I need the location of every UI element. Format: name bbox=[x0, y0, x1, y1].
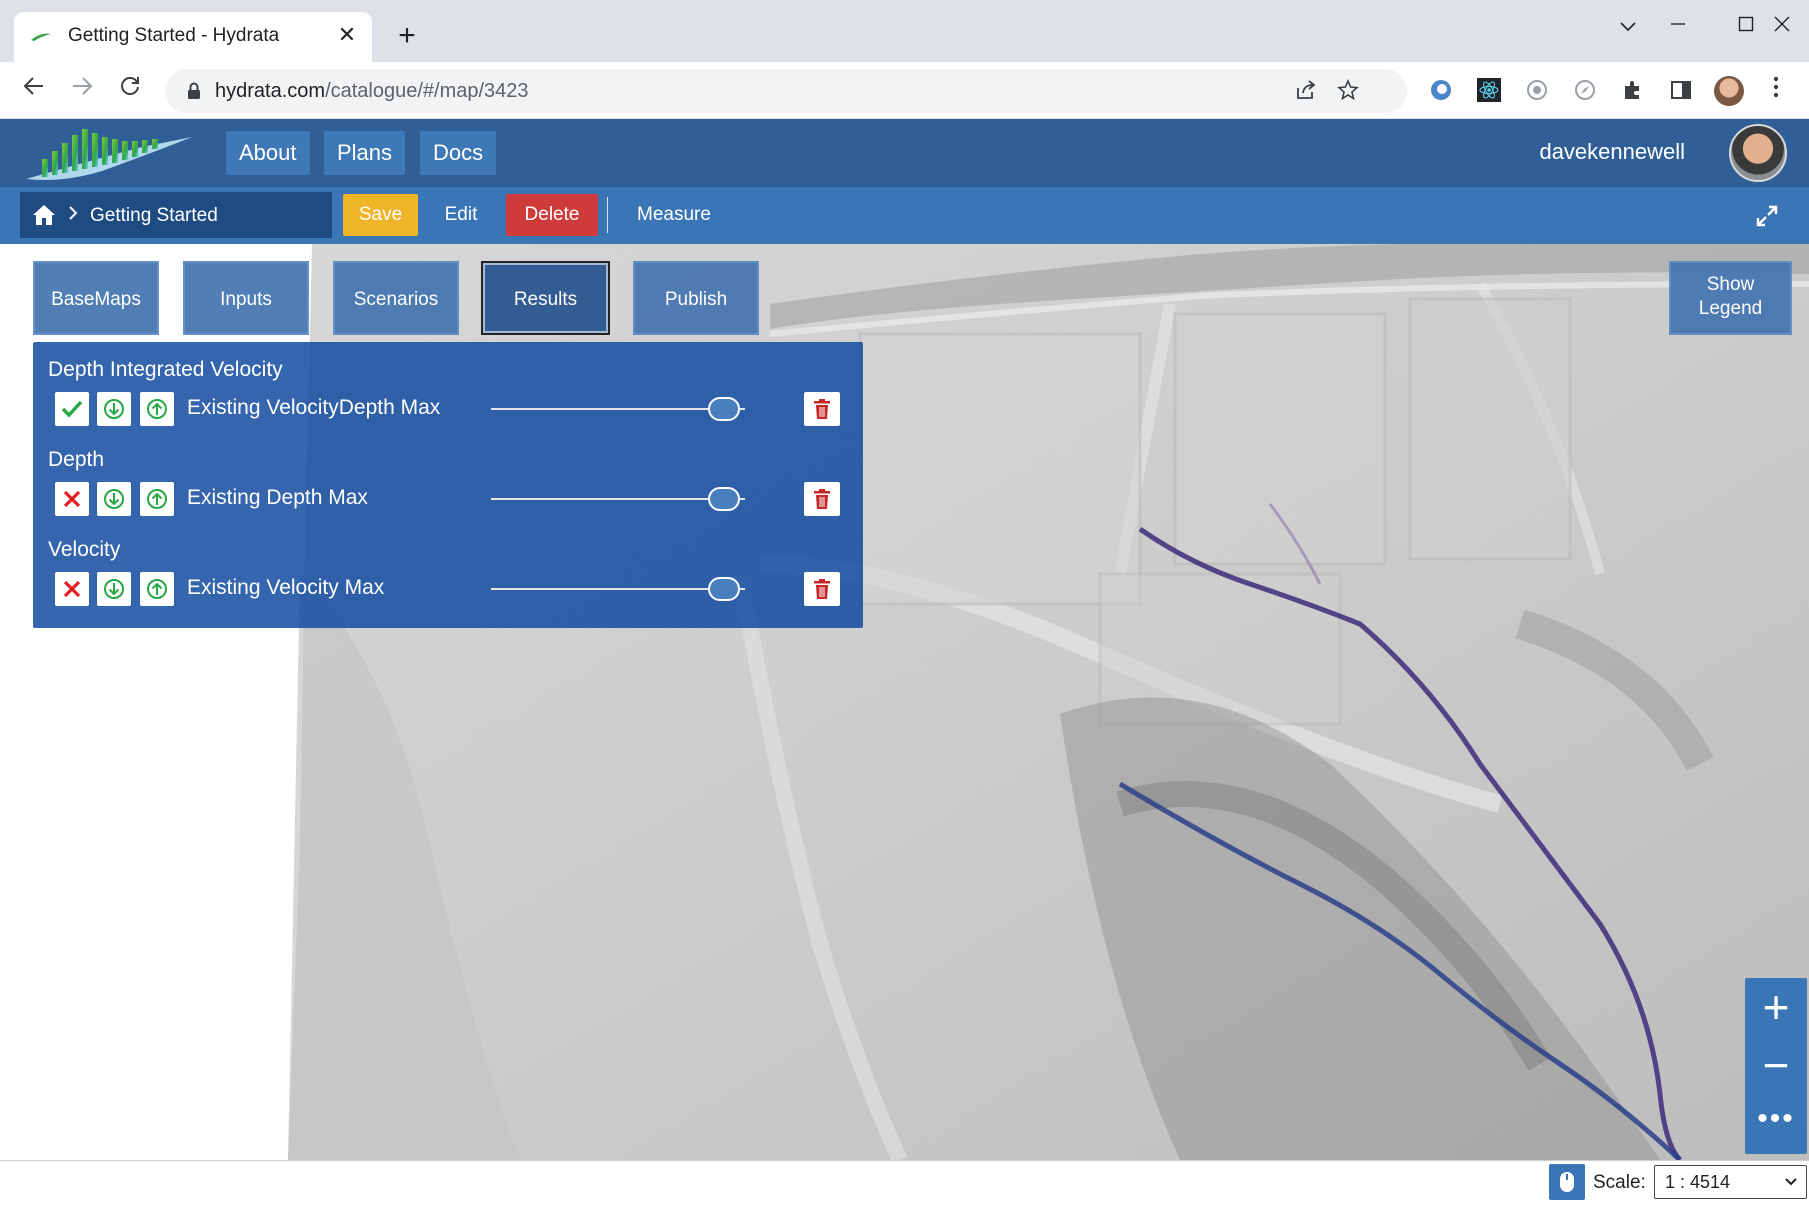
map-view[interactable]: BaseMaps Inputs Scenarios Results Publis… bbox=[0, 244, 1809, 1160]
tab-title: Getting Started - Hydrata bbox=[68, 25, 280, 46]
extension-edge-icon[interactable] bbox=[1428, 78, 1454, 104]
address-bar[interactable]: hydrata.com/catalogue/#/map/3423 bbox=[165, 69, 1407, 113]
fullscreen-icon[interactable] bbox=[1754, 203, 1780, 229]
map-toolbar: Getting Started Save Edit Delete Measure bbox=[0, 187, 1809, 244]
breadcrumb-chevron-icon bbox=[68, 203, 78, 227]
chevron-down-icon bbox=[1784, 1166, 1798, 1210]
nav-docs[interactable]: Docs bbox=[420, 131, 497, 175]
move-down-icon[interactable] bbox=[97, 572, 131, 606]
reload-icon[interactable] bbox=[114, 74, 146, 106]
lock-icon bbox=[188, 82, 200, 99]
delete-layer-trash-icon[interactable] bbox=[804, 482, 840, 516]
tab-publish[interactable]: Publish bbox=[633, 261, 759, 335]
nav-about[interactable]: About bbox=[226, 131, 310, 175]
browser-toolbar: hydrata.com/catalogue/#/map/3423 bbox=[0, 62, 1809, 119]
minimize-window-icon[interactable] bbox=[1660, 12, 1696, 40]
extensions-puzzle-icon[interactable] bbox=[1620, 78, 1646, 104]
mouse-coordinates-icon[interactable] bbox=[1549, 1164, 1585, 1200]
zoom-controls: + − ••• bbox=[1745, 978, 1807, 1154]
back-arrow-icon[interactable] bbox=[18, 74, 50, 106]
legend-label-line1: Show bbox=[1706, 274, 1755, 295]
move-up-icon[interactable] bbox=[140, 572, 174, 606]
opacity-slider-track[interactable] bbox=[491, 588, 745, 590]
tab-scenarios[interactable]: Scenarios bbox=[333, 261, 459, 335]
edit-button[interactable]: Edit bbox=[428, 194, 494, 236]
move-down-icon[interactable] bbox=[97, 482, 131, 516]
move-down-icon[interactable] bbox=[97, 392, 131, 426]
browser-menu-icon[interactable] bbox=[1766, 76, 1786, 106]
browser-profile-avatar[interactable] bbox=[1714, 76, 1744, 106]
maximize-window-icon[interactable] bbox=[1728, 12, 1764, 40]
save-button[interactable]: Save bbox=[343, 194, 418, 236]
map-footer: Scale: 1 : 4514 bbox=[0, 1160, 1809, 1202]
group-title: Depth bbox=[48, 448, 105, 471]
react-devtools-icon[interactable] bbox=[1476, 78, 1502, 104]
side-panel-icon[interactable] bbox=[1668, 78, 1694, 104]
close-window-icon[interactable] bbox=[1764, 12, 1800, 40]
hydrata-logo[interactable] bbox=[22, 123, 202, 183]
visibility-check-icon[interactable] bbox=[55, 392, 89, 426]
show-legend-button[interactable]: Show Legend bbox=[1669, 261, 1792, 335]
close-tab-icon[interactable]: ✕ bbox=[334, 22, 360, 48]
extension-camera-icon[interactable] bbox=[1524, 78, 1550, 104]
scale-label: Scale: bbox=[1593, 1172, 1646, 1193]
opacity-slider-track[interactable] bbox=[491, 408, 745, 410]
scale-value: 1 : 4514 bbox=[1665, 1172, 1731, 1192]
visibility-cross-icon[interactable] bbox=[55, 482, 89, 516]
layer-label: Existing Depth Max bbox=[187, 486, 368, 509]
visibility-cross-icon[interactable] bbox=[55, 572, 89, 606]
tab-search-chevron-icon[interactable] bbox=[1610, 12, 1646, 40]
opacity-slider-thumb[interactable] bbox=[708, 487, 740, 511]
nav-plans[interactable]: Plans bbox=[324, 131, 406, 175]
browser-tab[interactable]: Getting Started - Hydrata ✕ bbox=[14, 12, 372, 62]
results-panel: Depth Integrated Velocity Existing Veloc… bbox=[33, 342, 863, 628]
hydrata-favicon-icon bbox=[31, 33, 51, 41]
extension-compass-icon[interactable] bbox=[1572, 78, 1598, 104]
breadcrumb-current: Getting Started bbox=[90, 205, 218, 226]
bookmark-star-icon[interactable] bbox=[1335, 78, 1361, 105]
url-path: /catalogue/#/map/3423 bbox=[325, 80, 529, 102]
legend-label-line2: Legend bbox=[1698, 298, 1763, 319]
opacity-slider-thumb[interactable] bbox=[708, 397, 740, 421]
opacity-slider-track[interactable] bbox=[491, 498, 745, 500]
move-up-icon[interactable] bbox=[140, 392, 174, 426]
measure-button[interactable]: Measure bbox=[622, 194, 726, 236]
share-icon[interactable] bbox=[1293, 79, 1319, 105]
tab-basemaps[interactable]: BaseMaps bbox=[33, 261, 159, 335]
delete-layer-trash-icon[interactable] bbox=[804, 572, 840, 606]
app-header: About Plans Docs davekennewell bbox=[0, 119, 1809, 187]
breadcrumb: Getting Started bbox=[20, 192, 332, 238]
new-tab-button[interactable]: + bbox=[392, 21, 422, 52]
user-avatar[interactable] bbox=[1729, 124, 1787, 182]
zoom-out-button[interactable]: − bbox=[1745, 1036, 1807, 1094]
scale-select[interactable]: 1 : 4514 bbox=[1654, 1165, 1807, 1199]
username[interactable]: davekennewell bbox=[1539, 139, 1685, 165]
delete-layer-trash-icon[interactable] bbox=[804, 392, 840, 426]
home-icon[interactable] bbox=[32, 204, 56, 226]
more-options-button[interactable]: ••• bbox=[1745, 1094, 1807, 1152]
url-host: hydrata.com bbox=[215, 80, 326, 102]
opacity-slider-thumb[interactable] bbox=[708, 577, 740, 601]
group-title: Depth Integrated Velocity bbox=[48, 358, 283, 381]
url-text: hydrata.com/catalogue/#/map/3423 bbox=[215, 80, 529, 103]
tab-inputs[interactable]: Inputs bbox=[183, 261, 309, 335]
browser-tabstrip: Getting Started - Hydrata ✕ + bbox=[0, 0, 1809, 62]
zoom-in-button[interactable]: + bbox=[1745, 978, 1807, 1036]
layer-label: Existing VelocityDepth Max bbox=[187, 396, 441, 419]
layer-label: Existing Velocity Max bbox=[187, 576, 385, 599]
forward-arrow-icon[interactable] bbox=[66, 74, 98, 106]
group-title: Velocity bbox=[48, 538, 121, 561]
tab-results[interactable]: Results bbox=[481, 261, 610, 335]
move-up-icon[interactable] bbox=[140, 482, 174, 516]
delete-button[interactable]: Delete bbox=[506, 194, 598, 236]
toolbar-divider bbox=[607, 197, 608, 233]
